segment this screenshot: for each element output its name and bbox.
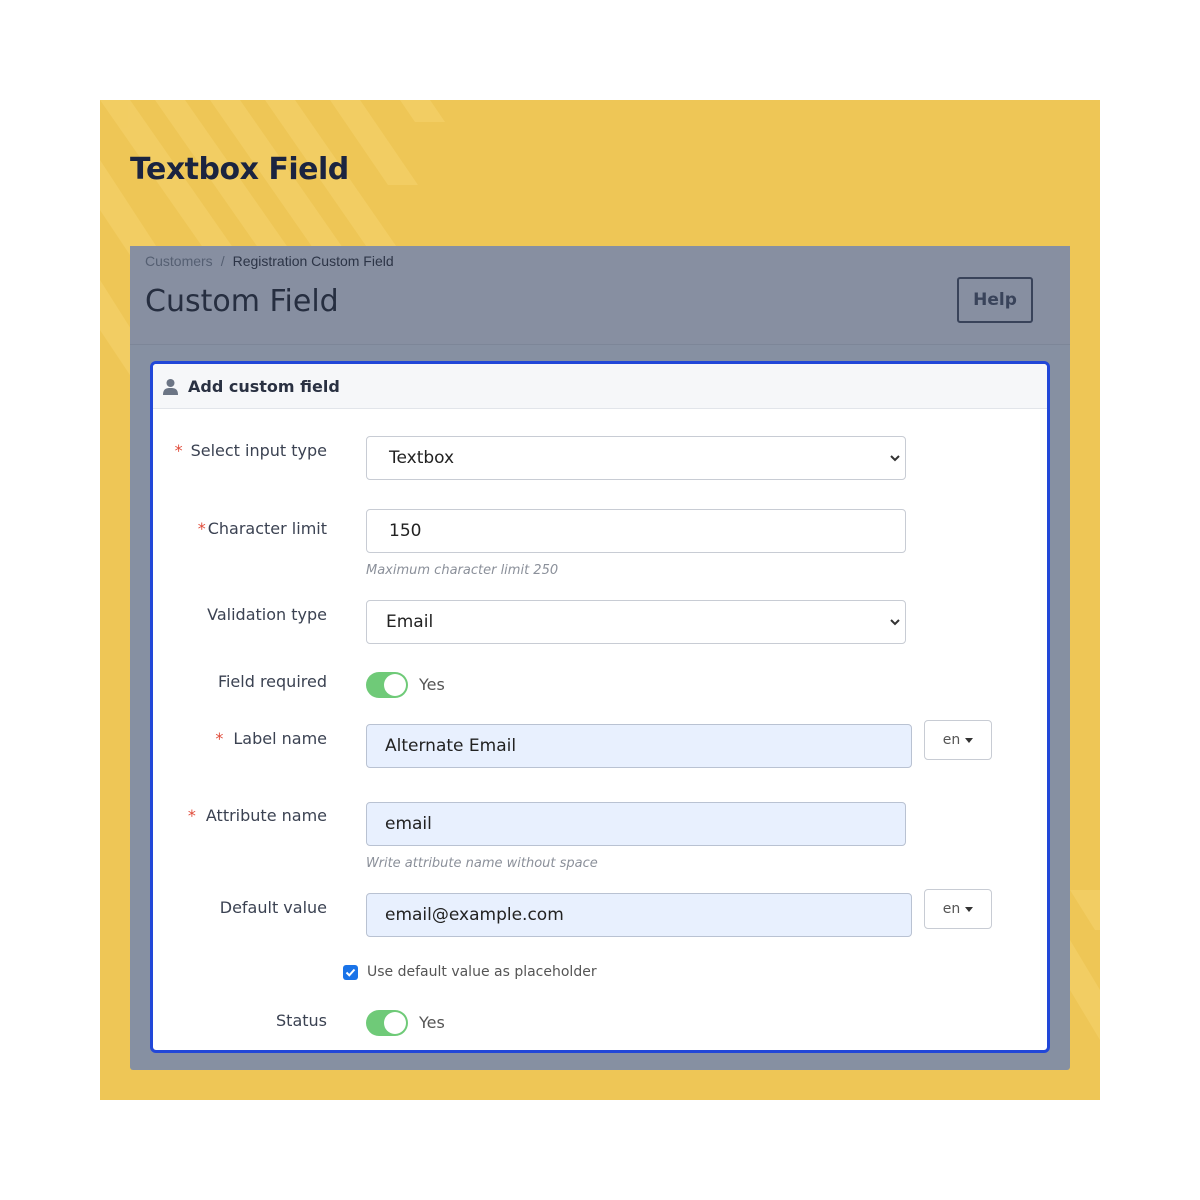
- validation-type-value: Email: [386, 612, 434, 632]
- label-name-input[interactable]: Alternate Email: [366, 724, 912, 768]
- input-type-label: * Select input type: [175, 441, 327, 460]
- help-button[interactable]: Help: [957, 277, 1033, 323]
- required-marker: *: [215, 729, 224, 748]
- label-name-language-dropdown[interactable]: en: [924, 720, 992, 760]
- use-placeholder-label: Use default value as placeholder: [367, 964, 597, 980]
- char-limit-value: 150: [389, 521, 422, 541]
- label-name-label: * Label name: [215, 729, 327, 748]
- check-icon: [345, 968, 356, 977]
- panel-header: Customers / Registration Custom Field Cust…: [130, 246, 1070, 345]
- toggle-knob: [384, 1012, 406, 1034]
- breadcrumb: Customers / Registration Custom Field: [145, 253, 394, 269]
- breadcrumb-separator: /: [220, 253, 225, 269]
- toggle-knob: [384, 674, 406, 696]
- banner-title: Textbox Field: [130, 152, 349, 187]
- breadcrumb-current: Registration Custom Field: [232, 253, 394, 269]
- char-limit-label-text: Character limit: [207, 519, 327, 538]
- language-code: en: [942, 901, 961, 917]
- breadcrumb-customers[interactable]: Customers: [145, 253, 213, 269]
- default-value-language-dropdown[interactable]: en: [924, 889, 992, 929]
- default-value-value: email@example.com: [385, 905, 564, 925]
- input-type-select[interactable]: Textbox: [366, 436, 906, 480]
- custom-field-panel: Customers / Registration Custom Field Cust…: [130, 246, 1070, 1070]
- chevron-down-icon: [890, 619, 900, 626]
- char-limit-input[interactable]: 150: [366, 509, 906, 553]
- required-marker: *: [187, 806, 196, 825]
- language-code: en: [942, 732, 961, 748]
- label-name-label-text: Label name: [233, 729, 327, 748]
- attribute-name-help: Write attribute name without space: [366, 856, 598, 871]
- field-required-label: Field required: [217, 672, 327, 691]
- required-marker: *: [197, 519, 206, 538]
- caret-down-icon: [965, 906, 974, 912]
- input-type-value: Textbox: [389, 448, 455, 468]
- label-name-value: Alternate Email: [385, 736, 517, 756]
- use-placeholder-checkbox[interactable]: [343, 965, 358, 980]
- input-type-label-text: Select input type: [190, 441, 327, 460]
- add-custom-field-card: Add custom field * Select input type Text…: [150, 361, 1050, 1053]
- user-icon: [162, 378, 179, 395]
- card-title: Add custom field: [188, 376, 340, 396]
- validation-type-label: Validation type: [207, 605, 327, 624]
- attribute-name-input[interactable]: email: [366, 802, 906, 846]
- page-title: Custom Field: [145, 284, 339, 319]
- char-limit-help: Maximum character limit 250: [366, 563, 559, 578]
- default-value-input[interactable]: email@example.com: [366, 893, 912, 937]
- validation-type-select[interactable]: Email: [366, 600, 906, 644]
- status-toggle-label: Yes: [419, 1013, 445, 1032]
- status-label: Status: [276, 1011, 327, 1030]
- field-required-toggle[interactable]: [366, 672, 408, 698]
- chevron-down-icon: [890, 455, 900, 462]
- field-required-toggle-label: Yes: [419, 675, 445, 694]
- char-limit-label: * Character limit: [198, 519, 327, 538]
- default-value-label: Default value: [219, 898, 327, 917]
- card-header: Add custom field: [153, 364, 1047, 409]
- attribute-name-value: email: [385, 814, 432, 834]
- attribute-name-label-text: Attribute name: [205, 806, 327, 825]
- required-marker: *: [174, 441, 183, 460]
- banner: Textbox Field Customers / Registration Cus…: [100, 100, 1100, 1100]
- caret-down-icon: [965, 737, 974, 743]
- status-toggle[interactable]: [366, 1010, 408, 1036]
- attribute-name-label: * Attribute name: [188, 806, 327, 825]
